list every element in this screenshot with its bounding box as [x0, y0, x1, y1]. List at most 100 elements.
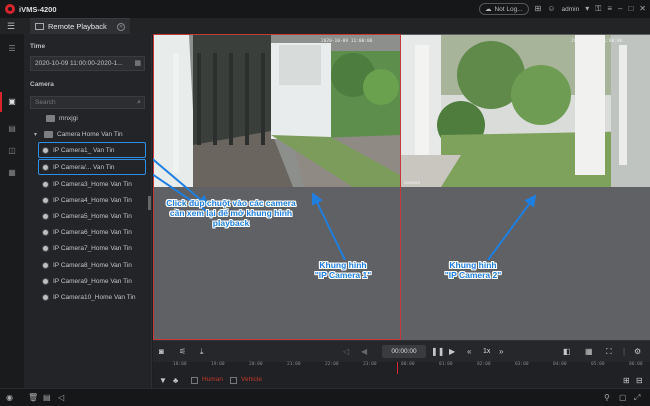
tab-bar: ☰ Remote Playback ✕ [0, 18, 650, 34]
timeline-tick-label: 01:00 [439, 362, 453, 367]
hamburger-icon[interactable]: ☰ [4, 19, 18, 33]
tree-item-camera[interactable]: IP Camera6_Home Van Tin [24, 226, 152, 239]
download-icon[interactable]: ⤓ [200, 346, 204, 358]
user-icon[interactable]: ☺ [547, 2, 555, 16]
frame-forward-icon[interactable]: ▶ [449, 346, 455, 358]
camera-icon [42, 213, 49, 220]
window-split-icon[interactable]: ◧ [563, 346, 571, 358]
speed-up-icon[interactable]: » [499, 346, 503, 358]
tree-item-folder[interactable]: mnxjgi [24, 112, 152, 125]
camera-icon [42, 197, 49, 204]
camera-icon [42, 245, 49, 252]
timeline-playhead[interactable] [397, 362, 398, 374]
timeline-tick-label: 23:00 [363, 362, 377, 367]
playback-grid: 2020-10-09 11:00:06 2020-10-09 11:00:06 … [153, 34, 650, 340]
record-icon[interactable]: ◙ [159, 346, 164, 358]
pin-icon[interactable]: ⚲ [604, 392, 610, 404]
filter-icon[interactable]: ▼ [159, 375, 167, 387]
cloud-icon: ☁ [484, 6, 492, 13]
tree-item-camera[interactable]: IP Camera10_Home Van Tin [24, 291, 152, 304]
frame-1-annotation: Khung hình "IP Camera 1" [293, 260, 393, 280]
tree-item-camera[interactable]: IP Camera7_Home Van Tin [24, 242, 152, 255]
tree-item-label: IP Camera10_Home Van Tin [53, 294, 136, 301]
layout-icon[interactable]: ▦ [585, 346, 593, 358]
close-icon[interactable]: ✕ [639, 2, 646, 16]
picture-module-icon[interactable]: ▦ [4, 166, 20, 180]
adjust-icon[interactable]: ⚟ [179, 346, 186, 358]
playback-icon [35, 23, 44, 30]
cloud-login-button[interactable]: ☁ Not Log... [478, 3, 529, 15]
speaker-icon[interactable]: ◁ [58, 392, 64, 404]
tab-close-icon[interactable]: ✕ [117, 22, 125, 31]
frame-2-annotation-line2: "IP Camera 2" [444, 270, 502, 280]
frame-2-annotation-line1: Khung hình [449, 260, 497, 270]
filter-bar: ▼ ♣ Human Vehicle ⊞ ⊟ [153, 374, 650, 388]
restore-icon[interactable]: ▢ [619, 392, 627, 404]
tree-item-camera[interactable]: IP Camera3_Home Van Tin [24, 178, 152, 191]
timeline-tick-label: 22:00 [325, 362, 339, 367]
time-range-field[interactable]: 2020-10-09 11:00:00-2020-1... ▦ [30, 56, 145, 71]
username-label[interactable]: admin [562, 6, 580, 13]
camera-section-title: Camera [30, 81, 54, 88]
resource-panel: Time 2020-10-09 11:00:00-2020-1... ▦ Cam… [24, 34, 152, 388]
pause-icon[interactable]: ❚❚ [431, 346, 444, 358]
zoom-out-icon[interactable]: ⊟ [636, 375, 643, 387]
camera-icon [42, 294, 49, 301]
tree-structure-icon[interactable]: ♣ [173, 375, 178, 387]
settings-icon[interactable]: ⚙ [634, 346, 641, 358]
step-back-icon[interactable]: ◀ [361, 346, 367, 358]
time-range-value: 2020-10-09 11:00:00-2020-1... [35, 60, 123, 67]
timeline-tick-label: 19:00 [211, 362, 225, 367]
expand-icon[interactable]: ⤢ [634, 392, 640, 404]
app-logo-icon [5, 4, 15, 14]
search-placeholder: Search [35, 99, 56, 106]
timeline[interactable]: 18:00 19:00 20:00 21:00 22:00 23:00 00:0… [153, 362, 650, 374]
timeline-tick-label: 00:00 [401, 362, 415, 367]
volume-icon[interactable]: ◁ [343, 346, 349, 358]
video-module-icon[interactable]: ▤ [4, 122, 20, 136]
search-icon[interactable]: ⌕ [137, 97, 141, 108]
menu-icon[interactable]: ≡ [607, 2, 612, 16]
lock-icon[interactable]: ⚿ [595, 2, 601, 16]
fullscreen-icon[interactable]: ⛶ [606, 346, 612, 358]
maximize-icon[interactable]: □ [628, 2, 633, 16]
slow-down-icon[interactable]: « [467, 346, 471, 358]
human-checkbox[interactable] [191, 377, 198, 384]
tree-scrollbar[interactable] [148, 196, 151, 210]
grid-icon[interactable]: ⊞ [535, 2, 542, 16]
camera-icon [42, 181, 49, 188]
human-filter-label: Human [202, 376, 223, 383]
instruction-annotation: Click đúp chuột vào các camera cần xem l… [166, 198, 296, 228]
app-title: iVMS-4200 [19, 4, 57, 14]
camera-icon [42, 262, 49, 269]
tree-item-camera[interactable]: IP Camera8_Home Van Tin [24, 259, 152, 272]
status-bar: ◉ 🗑 ▤ ◁ ⚲ ▢ ⤢ [0, 388, 650, 406]
tree-item-group[interactable]: ▾ Camera Home Van Tin [24, 128, 152, 141]
delete-icon[interactable]: 🗑 [28, 392, 38, 404]
zoom-in-icon[interactable]: ⊞ [623, 375, 630, 387]
tree-item-camera[interactable]: IP Camera9_Home Van Tin [24, 275, 152, 288]
playback-module-icon[interactable]: ▣ [4, 95, 20, 109]
speed-label: 1x [483, 348, 491, 355]
vehicle-filter-label: Vehicle [241, 376, 262, 383]
tree-item-label: IP Camera6_Home Van Tin [53, 229, 132, 236]
alarm-icon[interactable]: ◉ [6, 392, 13, 404]
calendar-icon[interactable]: ▦ [134, 59, 141, 67]
tree-item-camera[interactable]: IP Camera4_Home Van Tin [24, 194, 152, 207]
chevron-down-icon[interactable]: ▾ [585, 2, 589, 16]
notes-icon[interactable]: ▤ [43, 392, 51, 404]
minimize-icon[interactable]: – [618, 2, 622, 16]
device-module-icon[interactable]: ◫ [4, 144, 20, 158]
tab-remote-playback[interactable]: Remote Playback ✕ [30, 18, 130, 34]
playback-controls: ◙ ⚟ ⤓ ◁ ◀ 00:00:00 ❚❚ ▶ « 1x » ◧ ▦ ⛶ | ⚙ [153, 340, 650, 362]
camera-icon [42, 278, 49, 285]
tree-item-camera[interactable]: IP Camera5_Home Van Tin [24, 210, 152, 223]
vehicle-checkbox[interactable] [230, 377, 237, 384]
tree-item-label: IP Camera8_Home Van Tin [53, 262, 132, 269]
caret-down-icon[interactable]: ▾ [34, 131, 40, 138]
divider-icon: | [623, 347, 626, 356]
list-icon[interactable]: ☰ [4, 42, 20, 56]
camera-search-input[interactable]: Search ⌕ [30, 96, 145, 109]
timeline-tick-label: 18:00 [173, 362, 187, 367]
timeline-tick-label: 04:00 [553, 362, 567, 367]
